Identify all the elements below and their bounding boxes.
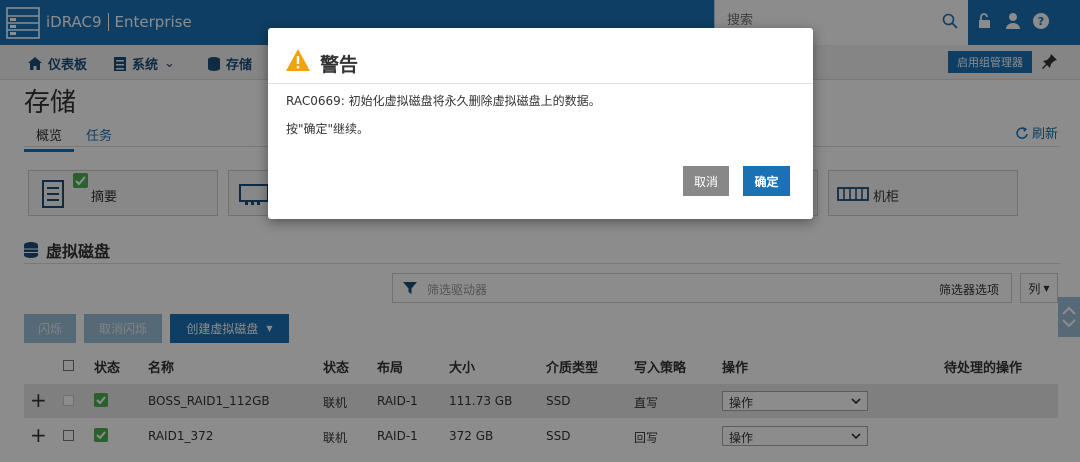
warning-dialog: 警告 RAC0669: 初始化虚拟磁盘将永久删除虚拟磁盘上的数据。 按"确定"继… bbox=[268, 28, 813, 219]
dialog-message: RAC0669: 初始化虚拟磁盘将永久删除虚拟磁盘上的数据。 bbox=[286, 94, 601, 108]
dialog-title: 警告 bbox=[320, 54, 359, 76]
dialog-header: 警告 bbox=[268, 28, 813, 84]
warning-icon bbox=[286, 49, 310, 71]
dialog-instruction: 按"确定"继续。 bbox=[286, 122, 370, 136]
cancel-button[interactable]: 取消 bbox=[683, 166, 729, 196]
ok-button[interactable]: 确定 bbox=[743, 166, 790, 196]
